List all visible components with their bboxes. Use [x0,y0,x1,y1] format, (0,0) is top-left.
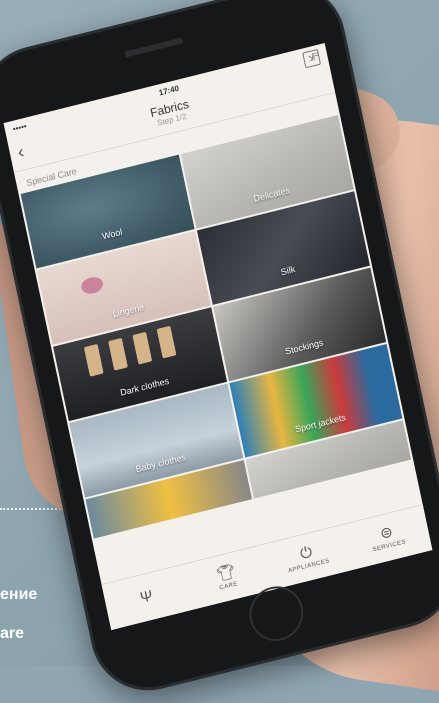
shirt-icon: 👕︎ [214,562,237,584]
background-scene: ение are ••••• 17:40 ▭ ‹ Fabrics Step 1/… [0,0,439,703]
fork-knife-icon: Ψ [138,587,155,607]
carrier-signal: ••••• [11,121,28,134]
tab-recipes[interactable]: Ψ [102,565,192,630]
services-icon: ⊜ [378,523,395,543]
background-text-line2: are [0,625,25,642]
hanger-image [156,325,177,359]
status-time: 17:40 [157,83,180,97]
hanger-image [108,337,128,371]
background-text-line1: ение [0,586,38,603]
flower-image [79,274,105,296]
tab-services[interactable]: ⊜ SERVICES [343,505,433,570]
hanger-image [83,343,104,377]
power-icon: ⏻ [298,543,314,563]
hanger-image [132,331,153,365]
tab-appliances[interactable]: ⏻ APPLIANCES [262,525,352,590]
tab-label: SERVICES [372,539,407,554]
phone-speaker [124,37,184,58]
